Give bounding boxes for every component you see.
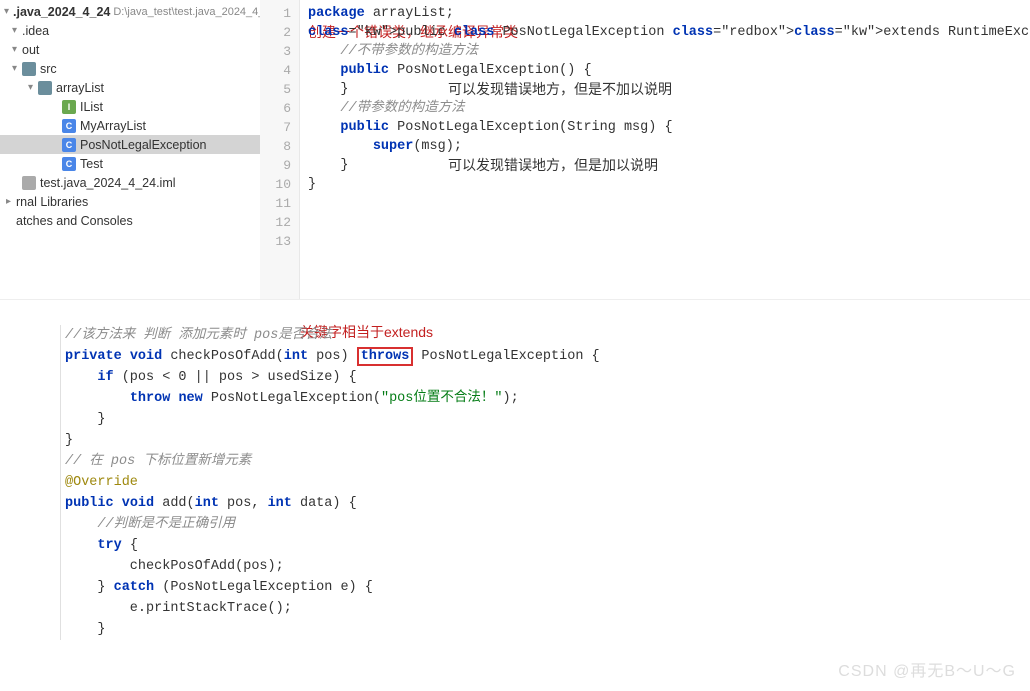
tree-item[interactable]: ▾ src: [0, 59, 260, 78]
code-line[interactable]: checkPosOfAdd(pos);: [65, 556, 1030, 577]
code-line[interactable]: }可以发现错误地方，但是加以说明: [308, 156, 1030, 175]
chevron-down-icon: ▾: [28, 82, 38, 93]
code-area-top[interactable]: package arrayList;创建一个错误类，继承编译异常类class="…: [300, 0, 1030, 299]
code-line[interactable]: } catch (PosNotLegalException e) {: [65, 577, 1030, 598]
code-line[interactable]: }: [65, 430, 1030, 451]
tree-item-label: arrayList: [56, 81, 104, 95]
project-tree[interactable]: ▾ .java_2024_4_24 D:\java_test\test.java…: [0, 0, 260, 299]
tree-item-label: test.java_2024_4_24.iml: [40, 176, 176, 190]
tree-item[interactable]: C PosNotLegalException: [0, 135, 260, 154]
tree-item[interactable]: C MyArrayList: [0, 116, 260, 135]
top-section: ▾ .java_2024_4_24 D:\java_test\test.java…: [0, 0, 1030, 300]
code-line[interactable]: package arrayList;: [308, 4, 1030, 23]
c-icon: C: [62, 157, 76, 171]
code-line[interactable]: public PosNotLegalException(String msg) …: [308, 118, 1030, 137]
editor-top: 12345678910111213 package arrayList;创建一个…: [260, 0, 1030, 299]
tree-item-label: out: [22, 43, 39, 57]
folder-icon: [38, 81, 52, 95]
chevron-down-icon: ▾: [4, 6, 9, 17]
tree-item-label: PosNotLegalException: [80, 138, 206, 152]
indent-guide: [60, 325, 61, 640]
code-line[interactable]: //该方法来 判断 添加元素时 pos是否合法: [65, 325, 1030, 346]
code-line[interactable]: //不带参数的构造方法: [308, 42, 1030, 61]
code-line[interactable]: public void add(int pos, int data) {: [65, 493, 1030, 514]
tree-item[interactable]: ▾.idea: [0, 21, 260, 40]
tree-item-label: src: [40, 62, 57, 76]
tree-root[interactable]: ▾ .java_2024_4_24 D:\java_test\test.java…: [0, 2, 260, 21]
tree-item-label: Test: [80, 157, 103, 171]
tree-item[interactable]: ▾out: [0, 40, 260, 59]
code-line[interactable]: }: [65, 619, 1030, 640]
tree-item-label: rnal Libraries: [16, 195, 88, 209]
tree-item[interactable]: ▾ arrayList: [0, 78, 260, 97]
code-line[interactable]: //判断是不是正确引用: [65, 514, 1030, 535]
code-line[interactable]: class="kw">public class PosNotLegalExcep…: [308, 23, 1030, 42]
tree-item-label: IList: [80, 100, 103, 114]
tree-item[interactable]: test.java_2024_4_24.iml: [0, 173, 260, 192]
folder-icon: [22, 62, 36, 76]
chevron-down-icon: ▾: [12, 63, 22, 74]
tree-item-label: atches and Consoles: [16, 214, 133, 228]
tree-item[interactable]: atches and Consoles: [0, 211, 260, 230]
c-icon: C: [62, 138, 76, 152]
c-icon: C: [62, 119, 76, 133]
i-icon: I: [62, 100, 76, 114]
code-line[interactable]: try {: [65, 535, 1030, 556]
watermark: CSDN @再无B～U～G: [838, 657, 1016, 681]
line-gutter: 12345678910111213: [260, 0, 300, 299]
code-line[interactable]: }: [308, 80, 1030, 99]
tree-item-label: MyArrayList: [80, 119, 146, 133]
code-line[interactable]: throw new PosNotLegalException("pos位置不合法…: [65, 388, 1030, 409]
code-line[interactable]: //带参数的构造方法: [308, 99, 1030, 118]
code-line[interactable]: }: [308, 175, 1030, 194]
tree-item[interactable]: C Test: [0, 154, 260, 173]
root-label: .java_2024_4_24: [13, 5, 110, 19]
code-line[interactable]: if (pos < 0 || pos > usedSize) {: [65, 367, 1030, 388]
code-line[interactable]: }: [65, 409, 1030, 430]
root-path: D:\java_test\test.java_2024_4_24: [113, 6, 276, 18]
file-icon: [22, 176, 36, 190]
code-line[interactable]: @Override: [65, 472, 1030, 493]
code-line[interactable]: private void checkPosOfAdd(int pos) thro…: [65, 346, 1030, 367]
tree-item-label: .idea: [22, 24, 49, 38]
code-line[interactable]: e.printStackTrace();: [65, 598, 1030, 619]
code-line[interactable]: super(msg);: [308, 137, 1030, 156]
tree-item[interactable]: I IList: [0, 97, 260, 116]
chevron-right-icon: ▸: [6, 196, 16, 207]
chevron-down-icon: ▾: [12, 44, 22, 55]
code-line[interactable]: // 在 pos 下标位置新增元素: [65, 451, 1030, 472]
tree-item[interactable]: ▸rnal Libraries: [0, 192, 260, 211]
editor-bottom[interactable]: 关键字相当于extends //该方法来 判断 添加元素时 pos是否合法pri…: [0, 300, 1030, 640]
code-area-bottom[interactable]: //该方法来 判断 添加元素时 pos是否合法private void chec…: [65, 325, 1030, 640]
annotation-inline: 可以发现错误地方，但是加以说明: [448, 156, 658, 175]
code-line[interactable]: public PosNotLegalException() {: [308, 61, 1030, 80]
chevron-down-icon: ▾: [12, 25, 22, 36]
